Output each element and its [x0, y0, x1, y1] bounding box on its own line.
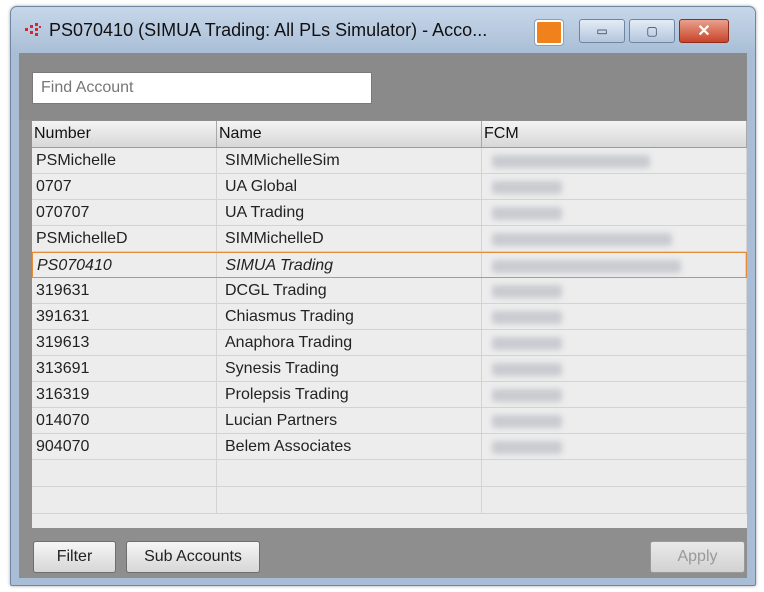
account-fcm-cell [482, 408, 747, 433]
grid-header: Number Name FCM [32, 121, 747, 148]
redacted-fcm [492, 441, 562, 454]
account-number-cell: 319631 [32, 278, 217, 303]
account-name-cell: Anaphora Trading [217, 330, 482, 355]
window-controls: ▭ ▢ ✕ [579, 19, 729, 43]
account-row[interactable]: PSMichelle SIMMichelleSim [32, 148, 747, 174]
account-fcm-cell [482, 278, 747, 303]
account-fcm-cell [482, 174, 747, 199]
grid-body: PSMichelle SIMMichelleSim 0707 UA Global 070… [32, 148, 747, 514]
maximize-button[interactable]: ▢ [629, 19, 675, 43]
close-button[interactable]: ✕ [679, 19, 729, 43]
account-name-cell: Chiasmus Trading [217, 304, 482, 329]
apply-button[interactable]: Apply [650, 541, 745, 573]
account-name-cell: Belem Associates [217, 434, 482, 459]
footer-bar: Filter Sub Accounts Apply [19, 528, 747, 578]
account-fcm-cell [482, 330, 747, 355]
empty-row [32, 487, 747, 514]
account-row[interactable]: 391631 Chiasmus Trading [32, 304, 747, 330]
accounts-grid: Number Name FCM PSMichelle SIMMichelleSim… [32, 121, 747, 528]
account-row[interactable]: 319613 Anaphora Trading [32, 330, 747, 356]
account-name-cell: Lucian Partners [217, 408, 482, 433]
redacted-fcm [492, 207, 562, 220]
account-row[interactable]: 316319 Prolepsis Trading [32, 382, 747, 408]
empty-row [32, 460, 747, 487]
account-name-cell: SIMMichelleSim [217, 148, 482, 173]
account-fcm-cell [482, 382, 747, 407]
redacted-fcm [492, 155, 650, 168]
account-fcm-cell [482, 148, 747, 173]
title-bar[interactable]: PS070410 (SIMUA Trading: All PLs Simulat… [11, 7, 755, 53]
account-number-cell: 904070 [32, 434, 217, 459]
account-number-cell: 391631 [32, 304, 217, 329]
account-number-cell: PS070410 [33, 253, 218, 277]
window-title: PS070410 (SIMUA Trading: All PLs Simulat… [49, 20, 488, 40]
account-fcm-cell [482, 226, 747, 251]
find-account-input[interactable] [32, 72, 372, 104]
empty-cell [482, 487, 747, 513]
redacted-fcm [492, 337, 562, 350]
account-fcm-cell [482, 356, 747, 381]
account-name-cell: DCGL Trading [217, 278, 482, 303]
account-number-cell: PSMichelleD [32, 226, 217, 251]
filter-button[interactable]: Filter [33, 541, 116, 573]
redacted-fcm [492, 285, 562, 298]
account-fcm-cell [482, 253, 746, 277]
account-row[interactable]: PS070410 SIMUA Trading [32, 252, 747, 278]
account-number-cell: 319613 [32, 330, 217, 355]
maximize-icon: ▢ [646, 24, 658, 38]
empty-cell [217, 460, 482, 486]
account-name-cell: Prolepsis Trading [217, 382, 482, 407]
empty-cell [32, 460, 217, 486]
account-name-cell: SIMUA Trading [217, 253, 482, 277]
redacted-fcm [492, 389, 562, 402]
empty-cell [482, 460, 747, 486]
account-row[interactable]: 319631 DCGL Trading [32, 278, 747, 304]
account-number-cell: 014070 [32, 408, 217, 433]
account-window: PS070410 (SIMUA Trading: All PLs Simulat… [10, 6, 756, 586]
column-header-name[interactable]: Name [217, 121, 482, 147]
account-number-cell: PSMichelle [32, 148, 217, 173]
account-name-cell: Synesis Trading [217, 356, 482, 381]
search-bar [19, 53, 747, 120]
link-color-button[interactable] [535, 20, 563, 45]
redacted-fcm [492, 233, 672, 246]
window-body: Number Name FCM PSMichelleSIMMichelleSim… [19, 53, 747, 578]
redacted-fcm [492, 363, 562, 376]
account-row[interactable]: 070707 UA Trading [32, 200, 747, 226]
account-number-cell: 0707 [32, 174, 217, 199]
redacted-fcm [491, 260, 681, 273]
account-fcm-cell [482, 434, 747, 459]
account-name-cell: UA Trading [217, 200, 482, 225]
account-number-cell: 070707 [32, 200, 217, 225]
empty-cell [217, 487, 482, 513]
app-icon [25, 23, 41, 36]
empty-cell [32, 487, 217, 513]
redacted-fcm [492, 181, 562, 194]
redacted-fcm [492, 311, 562, 324]
account-name-cell: UA Global [217, 174, 482, 199]
account-row[interactable]: 313691 Synesis Trading [32, 356, 747, 382]
account-row[interactable]: PSMichelleD SIMMichelleD [32, 226, 747, 252]
sub-accounts-button[interactable]: Sub Accounts [126, 541, 260, 573]
account-row[interactable]: 014070 Lucian Partners [32, 408, 747, 434]
close-icon: ✕ [697, 23, 711, 40]
minimize-icon: ▭ [596, 24, 608, 38]
account-fcm-cell [482, 200, 747, 225]
account-number-cell: 313691 [32, 356, 217, 381]
column-header-number[interactable]: Number [32, 121, 217, 147]
minimize-button[interactable]: ▭ [579, 19, 625, 43]
redacted-fcm [492, 415, 562, 428]
account-row[interactable]: 904070 Belem Associates [32, 434, 747, 460]
account-number-cell: 316319 [32, 382, 217, 407]
account-name-cell: SIMMichelleD [217, 226, 482, 251]
account-row[interactable]: 0707 UA Global [32, 174, 747, 200]
column-header-fcm[interactable]: FCM [482, 121, 747, 147]
account-fcm-cell [482, 304, 747, 329]
